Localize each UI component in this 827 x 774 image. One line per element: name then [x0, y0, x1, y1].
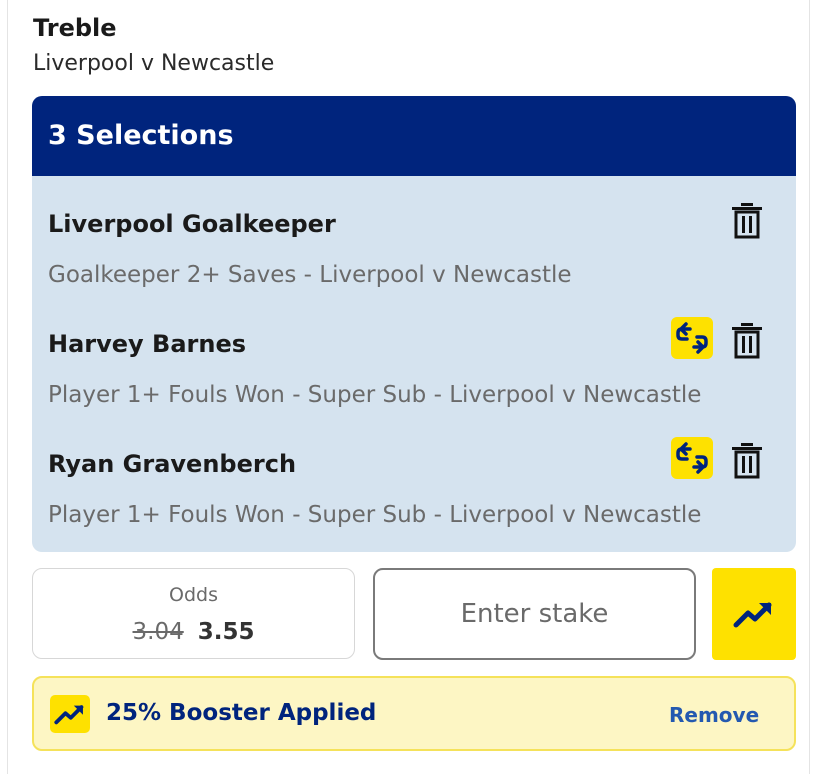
stake-input[interactable]: [373, 568, 696, 660]
selection-market: Player 1+ Fouls Won - Super Sub - Liverp…: [48, 502, 702, 528]
odds-values: 3.04 3.55: [33, 619, 354, 645]
event-name: Liverpool v Newcastle: [33, 51, 275, 76]
booster-status-text: 25% Booster Applied: [106, 700, 377, 726]
selection-name: Liverpool Goalkeeper: [48, 210, 336, 238]
swap-icon[interactable]: [671, 317, 713, 359]
selections-panel: 3 Selections Liverpool Goalkeeper Goalke…: [32, 96, 796, 552]
odds-label: Odds: [169, 584, 218, 606]
swap-icon[interactable]: [671, 437, 713, 479]
trash-icon[interactable]: [730, 442, 764, 480]
bet-type-title: Treble: [33, 14, 117, 42]
trash-icon[interactable]: [730, 322, 764, 360]
selection-name: Ryan Gravenberch: [48, 450, 297, 478]
booster-banner: 25% Booster Applied Remove: [32, 676, 796, 751]
selection-market: Goalkeeper 2+ Saves - Liverpool v Newcas…: [48, 262, 572, 288]
boost-button[interactable]: [712, 568, 796, 660]
trending-up-icon: [50, 695, 90, 733]
remove-booster-link[interactable]: Remove: [669, 703, 759, 727]
selections-header: 3 Selections: [32, 96, 796, 176]
selection-market: Player 1+ Fouls Won - Super Sub - Liverp…: [48, 382, 702, 408]
original-odds: 3.04: [132, 619, 184, 645]
odds-display: Odds 3.04 3.55: [32, 568, 355, 659]
trash-icon[interactable]: [730, 202, 764, 240]
trending-up-icon: [733, 602, 772, 628]
boosted-odds: 3.55: [197, 619, 255, 645]
selection-name: Harvey Barnes: [48, 330, 247, 358]
